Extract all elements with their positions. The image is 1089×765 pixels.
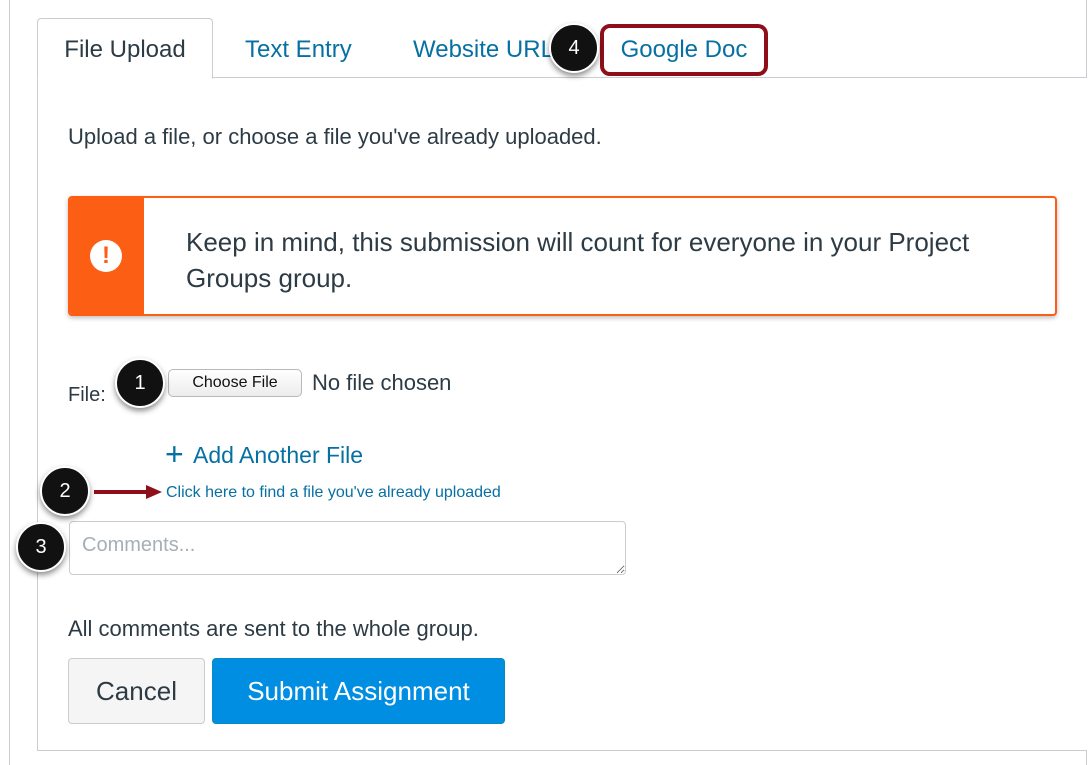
tab-website-url[interactable]: Website URL [413,24,554,78]
alert-icon-bar: ! [70,198,144,314]
tab-panel [37,77,1087,751]
add-another-file-label: Add Another File [193,442,364,468]
group-comments-note: All comments are sent to the whole group… [68,616,479,641]
arrow-icon [94,485,162,499]
callout-badge-3: 3 [16,522,66,572]
callout-badge-4: 4 [549,23,599,73]
upload-instructions: Upload a file, or choose a file you've a… [68,124,602,149]
comments-field[interactable] [69,521,626,575]
choose-file-button[interactable]: Choose File [168,369,302,397]
add-another-file-link[interactable]: + Add Another File [165,436,364,472]
callout-badge-1: 1 [115,358,165,408]
file-label: File: [68,384,106,406]
file-status: No file chosen [312,370,452,395]
find-uploaded-file-link[interactable]: Click here to find a file you've already… [166,482,501,504]
cancel-button[interactable]: Cancel [68,658,205,724]
page-border-left [9,0,10,765]
exclamation-icon: ! [90,240,122,272]
group-warning-alert: ! Keep in mind, this submission will cou… [68,196,1057,316]
plus-icon: + [165,436,184,472]
tab-text-entry[interactable]: Text Entry [245,24,352,78]
alert-message: Keep in mind, this submission will count… [186,227,970,293]
callout-badge-2: 2 [40,466,90,516]
tab-file-upload[interactable]: File Upload [37,18,213,79]
submission-page: File Upload Text Entry Website URL Googl… [0,0,1089,765]
tab-google-doc[interactable]: Google Doc [600,24,768,76]
submit-assignment-button[interactable]: Submit Assignment [212,658,505,724]
